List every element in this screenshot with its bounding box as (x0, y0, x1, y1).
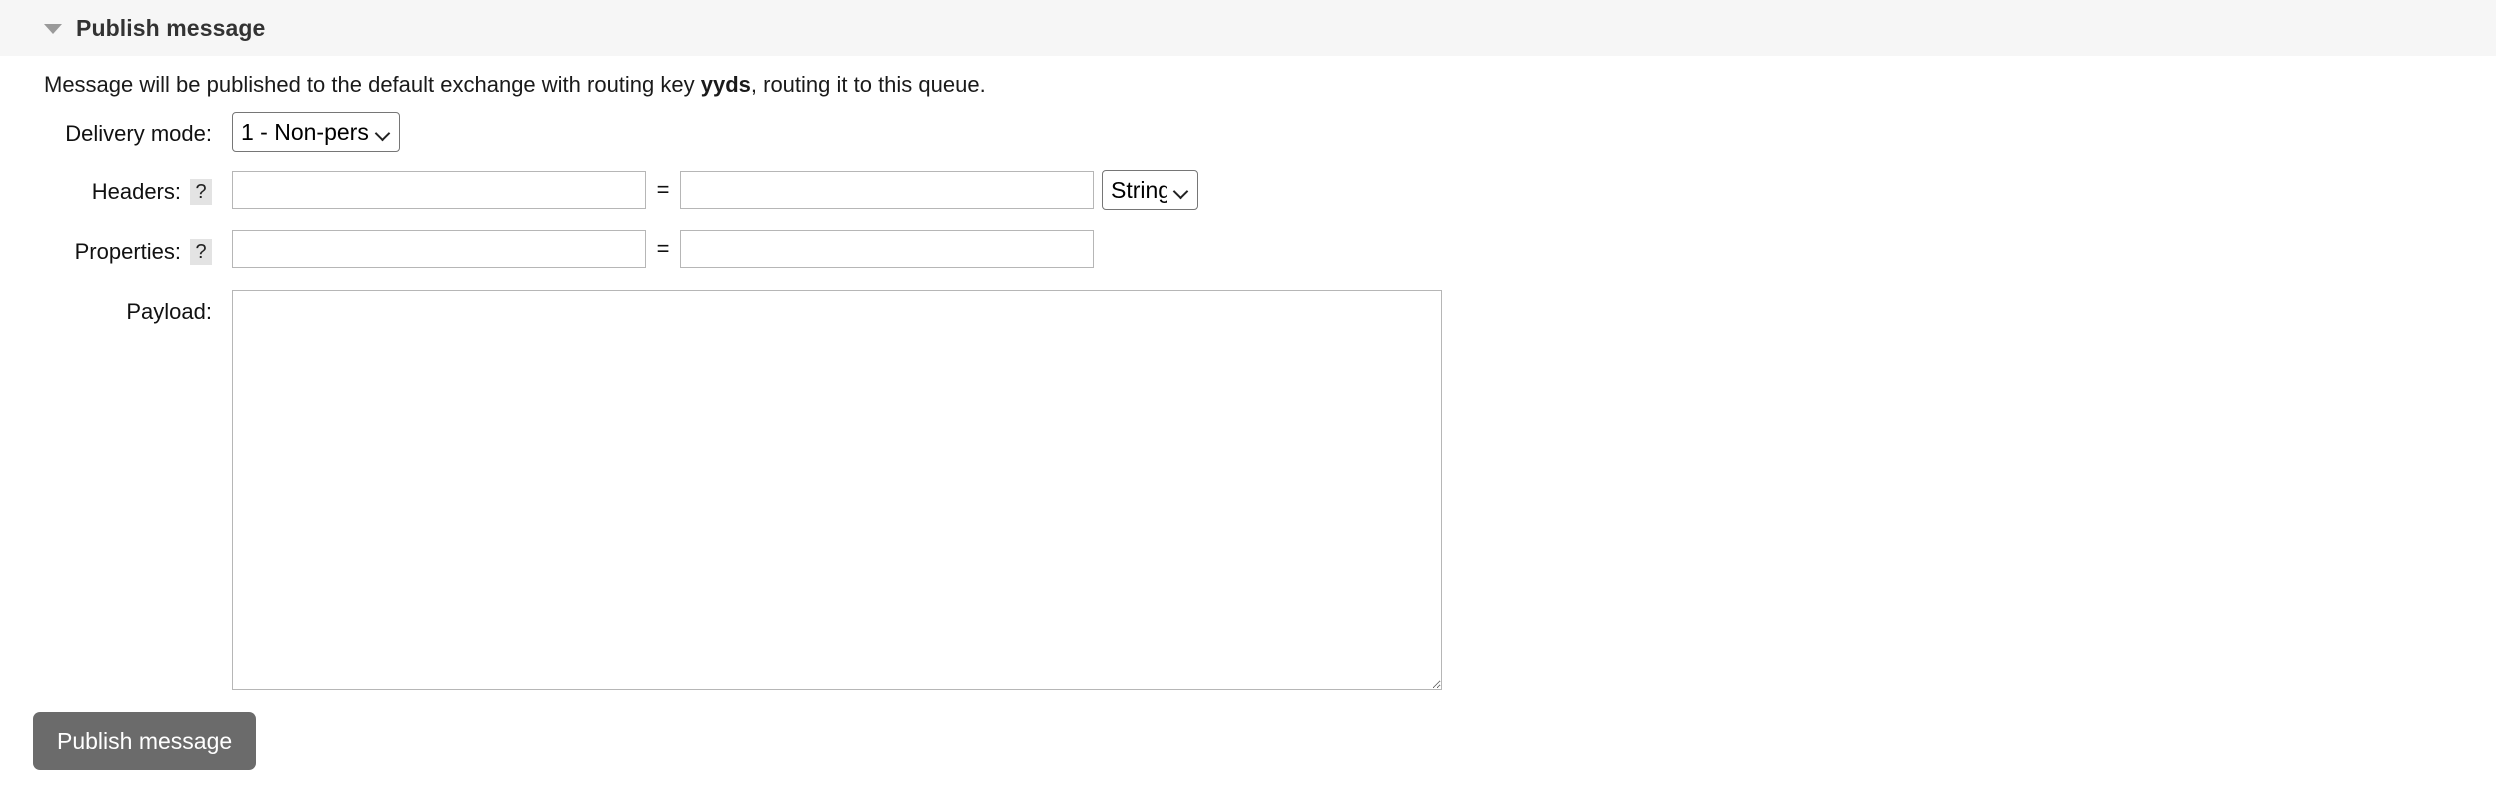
header-value-input[interactable] (680, 171, 1094, 209)
payload-label: Payload: (126, 299, 212, 324)
triangle-down-icon[interactable] (44, 24, 62, 34)
description-suffix: , routing it to this queue. (750, 72, 986, 97)
headers-help-icon[interactable]: ? (190, 179, 212, 205)
header-type-select[interactable]: String Number Boolean List Array (1102, 170, 1198, 210)
publish-message-section-header[interactable]: Publish message (0, 0, 2496, 56)
properties-equals-sign: = (656, 236, 670, 261)
properties-label: Properties: (74, 239, 181, 264)
properties-field: = (212, 230, 1094, 268)
properties-row: Properties: ? = (0, 230, 1442, 280)
payload-textarea[interactable] (232, 290, 1442, 690)
headers-label: Headers: (91, 179, 181, 204)
delivery-mode-select[interactable]: 1 - Non-persistent 2 - Persistent (232, 112, 400, 152)
delivery-mode-select-wrap: 1 - Non-persistent 2 - Persistent (232, 112, 400, 152)
routing-key-value: yyds (700, 72, 751, 97)
publish-description: Message will be published to the default… (44, 72, 986, 98)
properties-label-cell: Properties: ? (0, 230, 212, 274)
description-prefix: Message will be published to the default… (44, 72, 701, 97)
delivery-mode-field: 1 - Non-persistent 2 - Persistent (212, 112, 400, 152)
delivery-mode-label-cell: Delivery mode: (0, 112, 212, 156)
headers-field: = String Number Boolean List Array (212, 170, 1198, 210)
property-key-input[interactable] (232, 230, 646, 268)
property-value-input[interactable] (680, 230, 1094, 268)
payload-label-cell: Payload: (0, 290, 212, 334)
payload-row: Payload: (0, 290, 1442, 690)
headers-row: Headers: ? = String Number Boolean List … (0, 170, 1442, 220)
properties-help-icon[interactable]: ? (190, 239, 212, 265)
payload-field (212, 290, 1442, 690)
delivery-mode-label: Delivery mode: (65, 121, 212, 146)
headers-equals-sign: = (656, 177, 670, 202)
header-key-input[interactable] (232, 171, 646, 209)
publish-message-button[interactable]: Publish message (33, 712, 257, 770)
delivery-mode-row: Delivery mode: 1 - Non-persistent 2 - Pe… (0, 112, 1442, 160)
header-type-select-wrap: String Number Boolean List Array (1102, 170, 1198, 210)
section-title: Publish message (76, 14, 266, 41)
form-actions: Publish message (33, 712, 257, 770)
publish-message-form: Delivery mode: 1 - Non-persistent 2 - Pe… (0, 112, 1442, 700)
headers-label-cell: Headers: ? (0, 170, 212, 214)
